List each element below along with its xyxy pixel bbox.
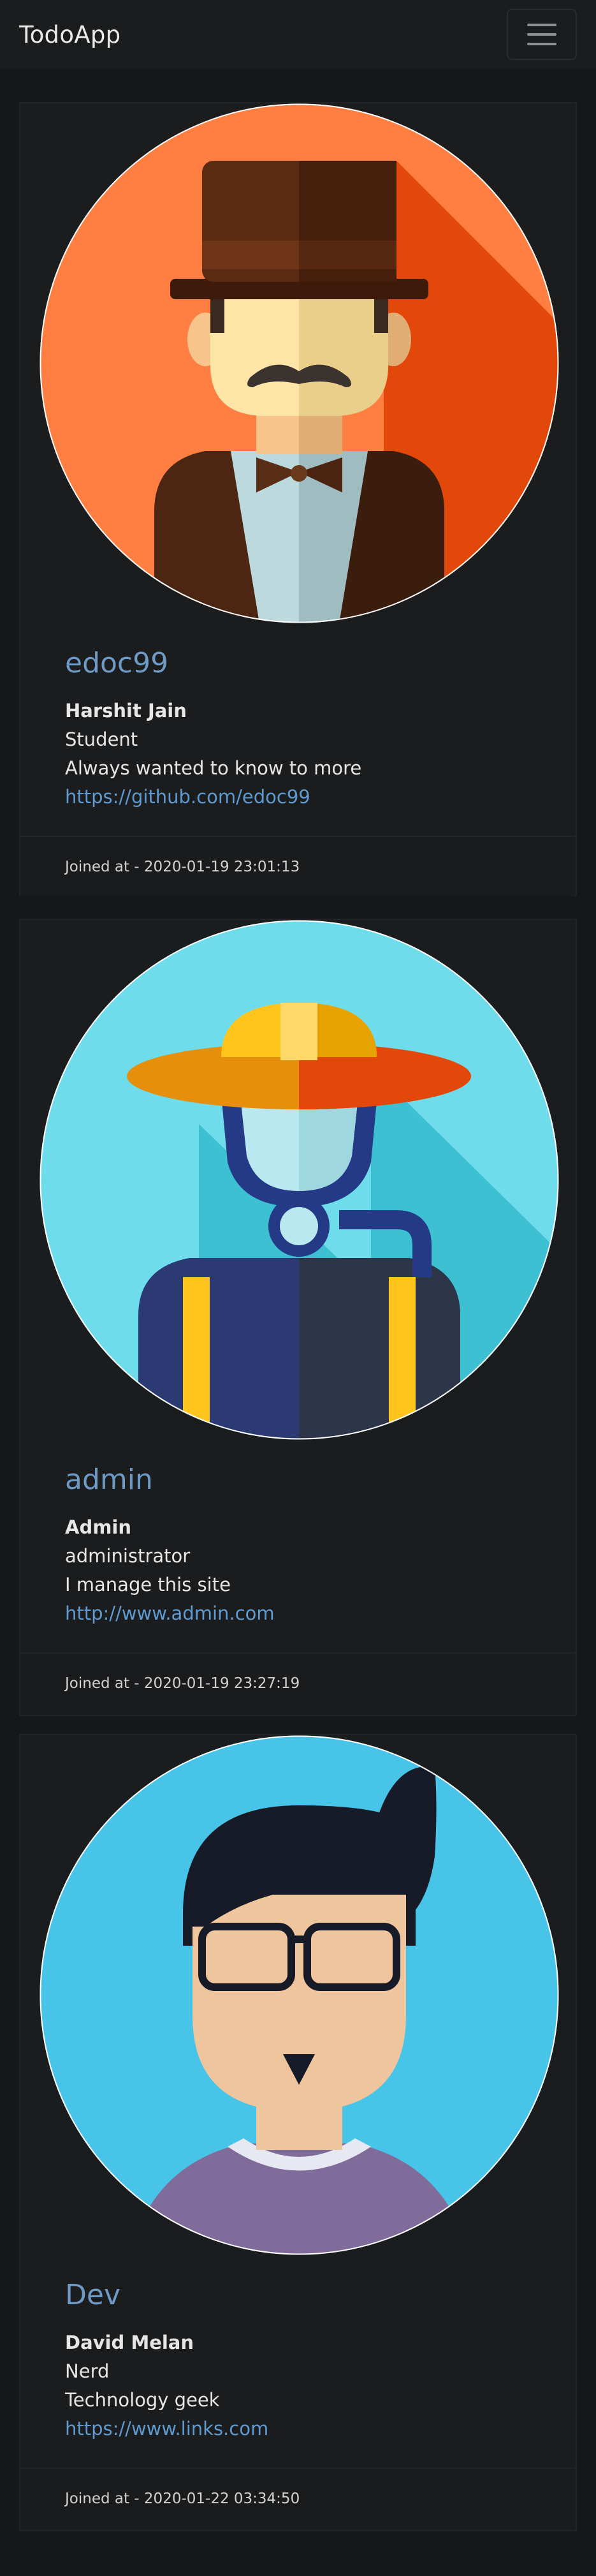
- card-footer: Joined at - 2020-01-19 23:27:19: [20, 1652, 576, 1713]
- gentleman-avatar-icon: [40, 103, 559, 623]
- website-link[interactable]: https://www.links.com: [65, 2415, 268, 2443]
- user-info: Harshit Jain Student Always wanted to kn…: [65, 697, 361, 811]
- website-link[interactable]: https://github.com/edoc99: [65, 783, 361, 811]
- full-name: Admin: [65, 1516, 132, 1538]
- joined-date: 2020-01-19 23:27:19: [143, 1675, 300, 1692]
- joined-date: 2020-01-22 03:34:50: [143, 2490, 300, 2507]
- diver-avatar-icon: [40, 920, 559, 1440]
- occupation: administrator: [65, 1545, 191, 1567]
- navbar-toggler-button[interactable]: [507, 9, 577, 60]
- hamburger-menu-icon: [527, 24, 556, 26]
- joined-label: Joined at -: [65, 858, 144, 875]
- user-card: admin Admin administrator I manage this …: [19, 919, 577, 1716]
- joined-label: Joined at -: [65, 2490, 144, 2507]
- navbar: TodoApp: [0, 0, 596, 69]
- user-info: Admin administrator I manage this site h…: [65, 1513, 275, 1628]
- username-link[interactable]: admin: [65, 1463, 153, 1496]
- username-link[interactable]: edoc99: [65, 647, 168, 679]
- nerd-avatar-icon: [40, 1735, 559, 2255]
- user-card: Dev David Melan Nerd Technology geek htt…: [19, 1734, 577, 2531]
- website-link[interactable]: http://www.admin.com: [65, 1599, 275, 1628]
- joined-label: Joined at -: [65, 1675, 144, 1692]
- username-link[interactable]: Dev: [65, 2279, 120, 2311]
- brand-link[interactable]: TodoApp: [19, 21, 120, 48]
- bio: Technology geek: [65, 2389, 220, 2411]
- card-footer: Joined at - 2020-01-22 03:34:50: [20, 2468, 576, 2528]
- bio: I manage this site: [65, 1574, 231, 1595]
- full-name: David Melan: [65, 2332, 194, 2353]
- full-name: Harshit Jain: [65, 700, 187, 722]
- bio: Always wanted to know to more: [65, 757, 362, 779]
- occupation: Student: [65, 729, 138, 750]
- user-card: edoc99 Harshit Jain Student Always wante…: [19, 102, 577, 896]
- user-info: David Melan Nerd Technology geek https:/…: [65, 2328, 268, 2443]
- card-footer: Joined at - 2020-01-19 23:01:13: [20, 836, 576, 896]
- joined-date: 2020-01-19 23:01:13: [143, 858, 300, 875]
- occupation: Nerd: [65, 2360, 110, 2382]
